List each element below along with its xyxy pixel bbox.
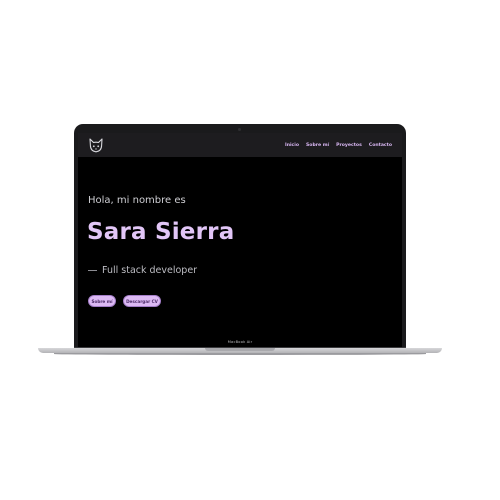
navbar: Inicio Sobre mí Proyectos Contacto <box>78 133 402 157</box>
hero-role: Full stack developer <box>88 265 197 276</box>
nav-link-contacto[interactable]: Contacto <box>369 143 392 148</box>
hero-name: Sara Sierra <box>87 219 235 245</box>
about-me-button[interactable]: Sobre mí <box>88 295 116 307</box>
nav-links: Inicio Sobre mí Proyectos Contacto <box>285 133 392 157</box>
laptop-notch <box>205 348 275 351</box>
model-label: MacBook Air <box>227 340 253 344</box>
laptop-base-bottom <box>54 353 426 355</box>
cat-head-icon[interactable] <box>88 138 104 153</box>
nav-link-proyectos[interactable]: Proyectos <box>336 143 362 148</box>
hero-role-text: Full stack developer <box>102 265 198 276</box>
camera-icon <box>238 128 241 131</box>
hero-greeting: Hola, mi nombre es <box>88 195 186 206</box>
laptop-screen: Inicio Sobre mí Proyectos Contacto Hola,… <box>78 133 402 347</box>
nav-link-inicio[interactable]: Inicio <box>285 143 299 148</box>
role-dash-divider <box>88 270 97 271</box>
nav-link-sobre-mi[interactable]: Sobre mí <box>306 143 329 148</box>
download-cv-button[interactable]: Descargar CV <box>123 295 161 307</box>
laptop-mockup: Inicio Sobre mí Proyectos Contacto Hola,… <box>0 0 500 500</box>
